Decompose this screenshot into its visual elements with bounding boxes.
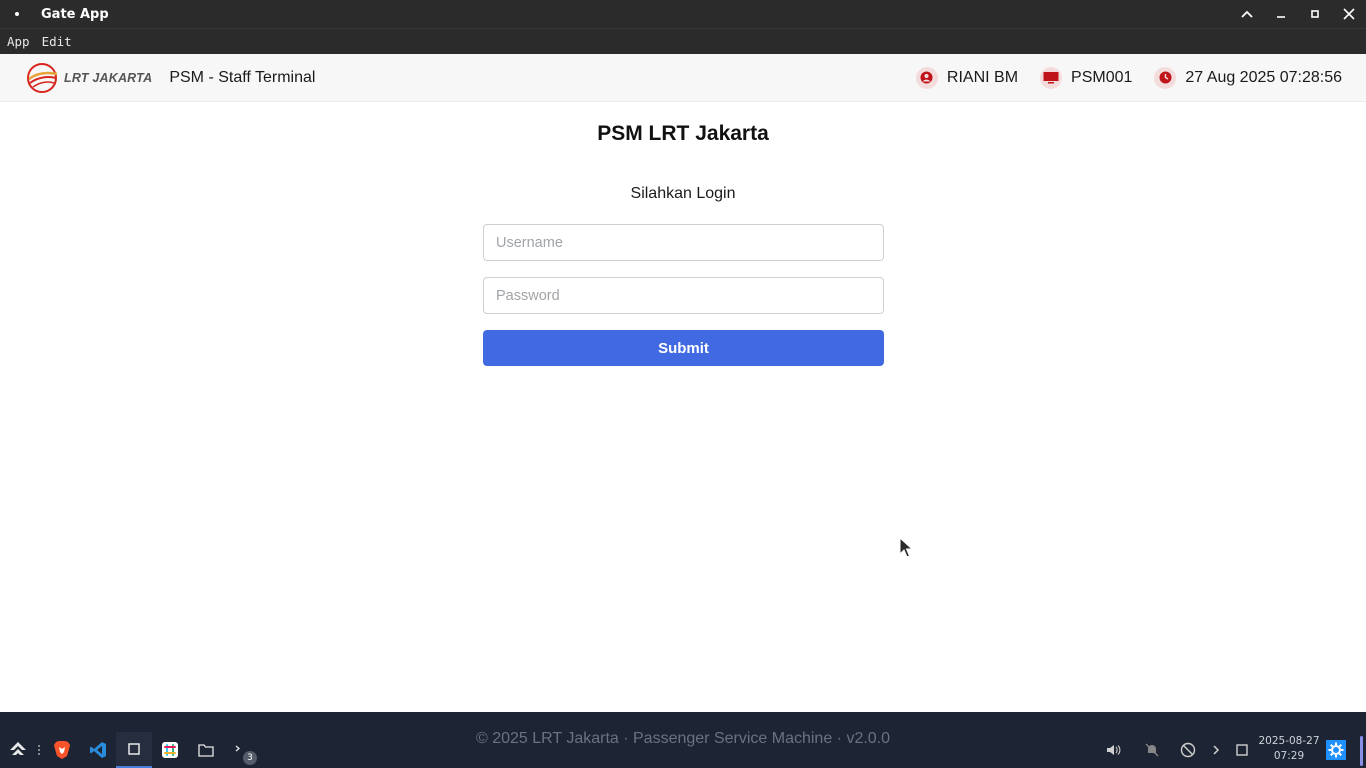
slack-icon xyxy=(162,742,178,758)
lrt-jakarta-logo: LRT JAKARTA xyxy=(25,61,152,95)
username-input[interactable] xyxy=(483,224,884,261)
show-desktop-button[interactable] xyxy=(1229,732,1255,768)
window-menu-dot-icon[interactable] xyxy=(15,12,19,16)
app-header: LRT JAKARTA PSM - Staff Terminal RIANI B… xyxy=(0,54,1366,102)
footer-strip xyxy=(0,712,1366,732)
terminal-button[interactable]: 3 xyxy=(225,732,259,768)
window-title: Gate App xyxy=(41,6,109,22)
clock-time: 07:29 xyxy=(1273,750,1305,762)
dots-vertical-icon xyxy=(38,745,40,755)
notifications-button[interactable] xyxy=(1139,732,1165,768)
chevron-up-icon xyxy=(1241,10,1253,18)
folder-icon xyxy=(198,744,214,757)
mouse-cursor-icon xyxy=(899,537,914,558)
window-controls xyxy=(1230,0,1366,28)
user-icon xyxy=(915,66,938,89)
password-input[interactable] xyxy=(483,277,884,314)
file-manager-button[interactable] xyxy=(189,732,223,768)
bell-off-icon xyxy=(1145,743,1159,757)
minimize-button[interactable] xyxy=(1264,0,1298,28)
close-icon xyxy=(1343,8,1355,20)
terminal-id: PSM001 xyxy=(1071,68,1133,86)
system-settings-button[interactable] xyxy=(1326,740,1346,760)
window-icon xyxy=(128,743,140,755)
menubar: App Edit xyxy=(0,28,1366,54)
close-button[interactable] xyxy=(1332,0,1366,28)
header-title: PSM - Staff Terminal xyxy=(169,68,316,86)
window-titlebar: Gate App xyxy=(0,0,1366,28)
header-user: RIANI BM xyxy=(915,66,1019,89)
menu-edit[interactable]: Edit xyxy=(36,34,78,49)
maximize-button[interactable] xyxy=(1298,0,1332,28)
brave-browser-button[interactable] xyxy=(45,732,79,768)
chevron-right-icon xyxy=(1213,745,1220,755)
clock-icon xyxy=(1154,66,1177,89)
lrt-logo-icon xyxy=(27,62,58,93)
vscode-button[interactable] xyxy=(81,732,115,768)
launcher-icon xyxy=(10,742,26,755)
window-shade-button[interactable] xyxy=(1230,0,1264,28)
clock-date: 2025-08-27 xyxy=(1258,735,1320,747)
gear-icon xyxy=(1328,742,1344,758)
monitor-icon xyxy=(1040,66,1063,89)
user-name: RIANI BM xyxy=(946,68,1019,86)
logo-text: LRT JAKARTA xyxy=(64,70,153,85)
tray-expand-button[interactable] xyxy=(1203,732,1229,768)
desktop-square-icon xyxy=(1236,744,1248,756)
page-title: PSM LRT Jakarta xyxy=(597,122,769,145)
datetime: 27 Aug 2025 07:28:56 xyxy=(1185,68,1342,86)
submit-button[interactable]: Submit xyxy=(483,330,884,366)
login-subtitle: Silahkan Login xyxy=(630,185,736,202)
minimize-icon xyxy=(1277,16,1285,18)
vscode-icon xyxy=(90,742,106,758)
gate-app-taskbar-button[interactable] xyxy=(116,732,152,768)
taskbar-clock[interactable]: 2025-08-27 07:29 xyxy=(1254,734,1324,764)
volume-icon xyxy=(1107,745,1121,755)
brave-browser-icon xyxy=(54,741,70,759)
volume-button[interactable] xyxy=(1101,732,1127,768)
slack-button[interactable] xyxy=(153,732,187,768)
header-terminal: PSM001 xyxy=(1040,66,1133,89)
terminal-badge: 3 xyxy=(243,751,257,765)
do-not-disturb-icon xyxy=(1180,742,1196,758)
do-not-disturb-button[interactable] xyxy=(1175,732,1201,768)
menu-app[interactable]: App xyxy=(1,34,36,49)
header-info: RIANI BM PSM001 27 Aug 2025 07:28:56 xyxy=(894,66,1342,89)
panel-edge-indicator xyxy=(1360,736,1363,766)
maximize-icon xyxy=(1311,10,1319,18)
header-datetime: 27 Aug 2025 07:28:56 xyxy=(1154,66,1342,89)
